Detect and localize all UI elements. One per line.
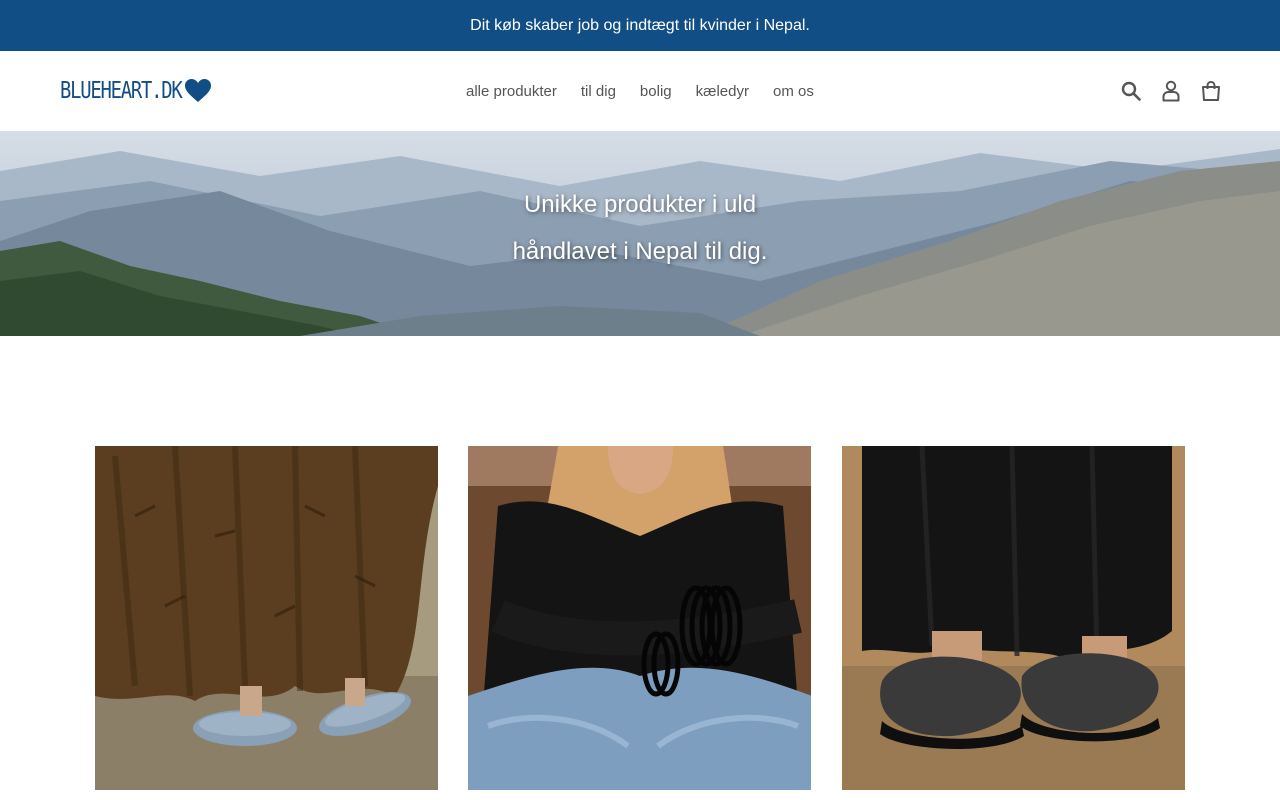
hero-banner: Unikke produkter i uld håndlavet i Nepal… (0, 131, 1280, 336)
product-image (468, 446, 811, 790)
product-image (95, 446, 438, 790)
announcement-bar: Dit køb skaber job og indtægt til kvinde… (0, 0, 1280, 51)
logo-text: BLUEHEART.DK (60, 78, 183, 104)
account-icon[interactable] (1160, 80, 1182, 102)
hero-line-1: Unikke produkter i uld (523, 191, 757, 218)
announcement-text: Dit køb skaber job og indtægt til kvinde… (470, 16, 810, 34)
product-grid (95, 446, 1185, 800)
hero-line-2: håndlavet i Nepal til dig. (512, 238, 768, 265)
site-header: BLUEHEART.DK alle produkter til dig boli… (0, 51, 1280, 131)
nav-item-alle-produkter[interactable]: alle produkter (454, 83, 569, 100)
product-card[interactable] (95, 446, 438, 790)
cart-icon[interactable] (1200, 80, 1222, 102)
main-nav: alle produkter til dig bolig kæledyr om … (454, 51, 826, 131)
product-card[interactable] (842, 446, 1185, 790)
nav-item-om-os[interactable]: om os (761, 83, 826, 100)
product-image (842, 446, 1185, 790)
nav-item-bolig[interactable]: bolig (628, 83, 684, 100)
search-icon[interactable] (1120, 80, 1142, 102)
hero-heading: Unikke produkter i uld håndlavet i Nepal… (0, 181, 1280, 275)
header-icons (1120, 51, 1222, 131)
nav-item-til-dig[interactable]: til dig (569, 83, 628, 100)
site-logo[interactable]: BLUEHEART.DK (60, 77, 211, 105)
nav-item-kaeledyr[interactable]: kæledyr (684, 83, 761, 100)
product-card[interactable] (468, 446, 811, 790)
heart-icon (185, 79, 211, 103)
